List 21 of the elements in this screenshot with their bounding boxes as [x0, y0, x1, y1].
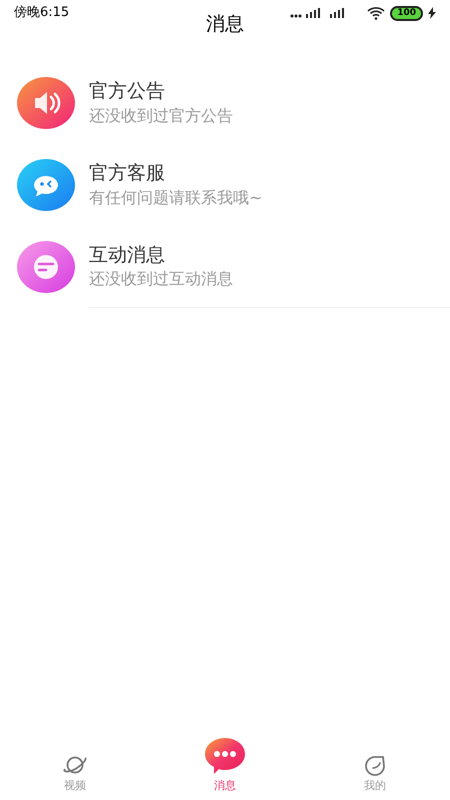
message-item[interactable]: 互动消息 还没收到过互动消息 [0, 226, 450, 308]
wifi-icon [367, 6, 386, 20]
speaker-icon [17, 77, 75, 129]
message-preview: 还没收到过官方公告 [89, 106, 234, 126]
battery-level: 100 [390, 6, 423, 20]
comment-icon [17, 241, 75, 293]
charging-icon [428, 7, 436, 19]
status-time: 傍晚6:15 [14, 4, 70, 22]
leaf-icon [362, 754, 388, 776]
message-preview: 还没收到过互动消息 [89, 269, 234, 290]
message-title: 官方公告 [89, 80, 166, 104]
message-item[interactable]: 官方客服 有任何问题请联系我哦~ [0, 144, 450, 226]
message-title: 互动消息 [89, 244, 166, 268]
planet-icon [62, 754, 88, 776]
tab-button[interactable]: 消息 [150, 736, 300, 794]
chat-bubble-icon [203, 736, 247, 776]
chat-bubble-icon [17, 159, 75, 211]
page-title: 消息 [206, 12, 244, 37]
message-item[interactable]: 官方公告 还没收到过官方公告 [0, 62, 450, 144]
message-title: 官方客服 [89, 162, 166, 186]
message-preview: 有任何问题请联系我哦~ [89, 188, 264, 208]
